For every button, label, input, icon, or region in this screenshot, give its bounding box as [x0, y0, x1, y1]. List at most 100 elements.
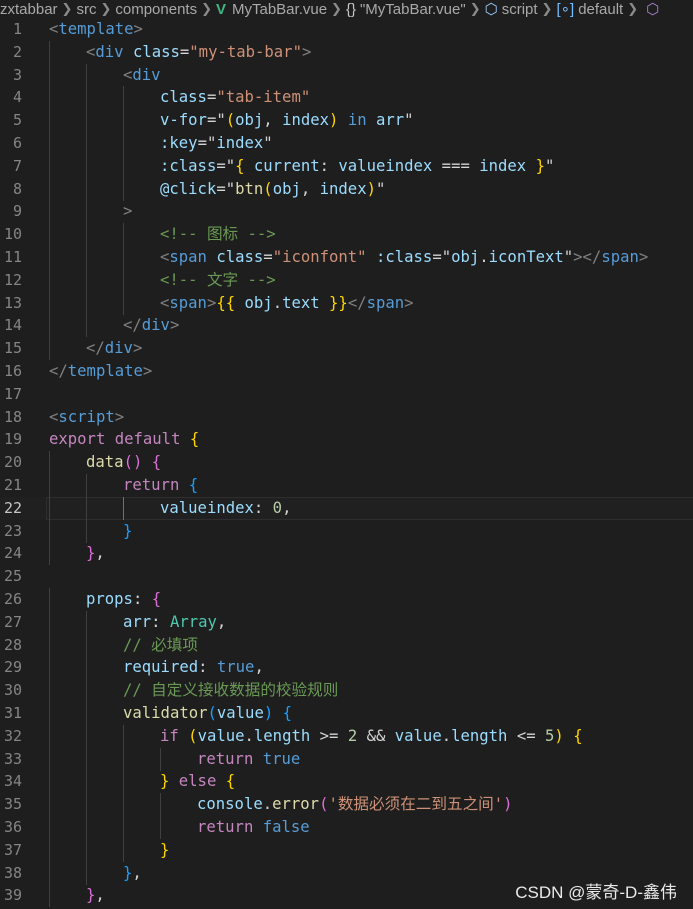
- code-text[interactable]: </div>: [123, 314, 179, 337]
- code-line[interactable]: 6 :key="index": [0, 132, 693, 155]
- code-line[interactable]: 9 >: [0, 200, 693, 224]
- code-text[interactable]: <span>{{ obj.text }}</span>: [160, 292, 414, 315]
- breadcrumb-item-src[interactable]: src: [76, 1, 96, 18]
- code-text[interactable]: :class="{ current: valueindex === index …: [160, 155, 554, 178]
- code-line[interactable]: 2 <div class="my-tab-bar">: [0, 40, 693, 64]
- code-line[interactable]: 16 </template>: [0, 360, 693, 383]
- code-text[interactable]: <!-- 文字 -->: [160, 269, 276, 292]
- code-line[interactable]: 10 <!-- 图标 -->: [0, 223, 693, 247]
- code-line[interactable]: 35 console.error('数据必须在二到五之间'): [0, 793, 693, 817]
- line-number[interactable]: 22: [0, 497, 22, 520]
- line-number[interactable]: 15: [0, 337, 22, 360]
- line-number[interactable]: 8: [0, 178, 22, 201]
- line-number[interactable]: 34: [0, 770, 22, 793]
- code-text[interactable]: }: [123, 520, 132, 543]
- code-editor[interactable]: 1 <template> 2 <div class="my-tab-bar"> 3 <di…: [0, 18, 693, 909]
- code-line[interactable]: 21 return {: [0, 474, 693, 497]
- line-number[interactable]: 14: [0, 314, 22, 337]
- line-number[interactable]: 30: [0, 679, 22, 702]
- code-line[interactable]: 11 <span class="iconfont" :class="obj.ico…: [0, 246, 693, 269]
- code-text[interactable]: :key="index": [160, 132, 273, 155]
- line-number[interactable]: 7: [0, 155, 22, 178]
- code-line[interactable]: 25: [0, 565, 693, 588]
- code-text[interactable]: <span class="iconfont" :class="obj.iconT…: [160, 246, 648, 269]
- code-line[interactable]: 8 @click="btn(obj, index)": [0, 177, 693, 201]
- code-line[interactable]: 13 <span>{{ obj.text }}</span>: [0, 291, 693, 315]
- code-text[interactable]: required: true,: [123, 656, 264, 679]
- line-number[interactable]: 18: [0, 406, 22, 429]
- line-number[interactable]: 37: [0, 839, 22, 862]
- breadcrumb-item-module[interactable]: "MyTabBar.vue": [360, 1, 466, 18]
- line-number[interactable]: 39: [0, 884, 22, 907]
- code-line[interactable]: 1 <template>: [0, 18, 693, 41]
- code-text[interactable]: validator(value) {: [123, 702, 292, 725]
- line-number[interactable]: 26: [0, 588, 22, 611]
- code-text[interactable]: },: [86, 542, 105, 565]
- line-number[interactable]: 25: [0, 565, 22, 588]
- code-text[interactable]: },: [123, 862, 142, 885]
- code-line[interactable]: 33 return true: [0, 747, 693, 771]
- line-number[interactable]: 20: [0, 451, 22, 474]
- code-line[interactable]: 18 <script>: [0, 406, 693, 429]
- breadcrumb-item-script[interactable]: script: [502, 1, 538, 18]
- code-line[interactable]: 23}: [0, 519, 693, 543]
- line-number[interactable]: 5: [0, 109, 22, 132]
- code-line[interactable]: 17: [0, 383, 693, 406]
- line-number[interactable]: 9: [0, 200, 22, 223]
- line-number[interactable]: 32: [0, 725, 22, 748]
- code-line[interactable]: 19 export default {: [0, 428, 693, 451]
- code-line[interactable]: 31 validator(value) {: [0, 702, 693, 725]
- line-number[interactable]: 28: [0, 634, 22, 657]
- line-number[interactable]: 17: [0, 383, 22, 406]
- code-line[interactable]: 12 <!-- 文字 -->: [0, 268, 693, 292]
- code-text[interactable]: if (value.length >= 2 && value.length <=…: [160, 725, 583, 748]
- code-text[interactable]: console.error('数据必须在二到五之间'): [197, 793, 513, 816]
- breadcrumb-item-file[interactable]: MyTabBar.vue: [232, 1, 327, 18]
- code-text[interactable]: @click="btn(obj, index)": [160, 178, 385, 201]
- code-line[interactable]: 30 // 自定义接收数据的校验规则: [0, 679, 693, 703]
- line-number[interactable]: 21: [0, 474, 22, 497]
- line-number[interactable]: 12: [0, 269, 22, 292]
- breadcrumb-item-folder[interactable]: zxtabbar: [0, 1, 58, 18]
- code-text[interactable]: <div: [123, 64, 161, 87]
- code-line[interactable]: 22 valueindex: 0,: [0, 496, 693, 520]
- breadcrumb-item-default[interactable]: default: [578, 1, 623, 18]
- line-number[interactable]: 19: [0, 428, 22, 451]
- code-line[interactable]: 3 <div: [0, 63, 693, 87]
- code-text[interactable]: data() {: [86, 451, 161, 474]
- code-line[interactable]: 27 arr: Array,: [0, 610, 693, 634]
- line-number[interactable]: 29: [0, 656, 22, 679]
- line-number[interactable]: 2: [0, 41, 22, 64]
- line-number[interactable]: 1: [0, 18, 22, 41]
- line-number[interactable]: 36: [0, 816, 22, 839]
- code-text[interactable]: </template>: [49, 360, 152, 383]
- code-line[interactable]: 32 if (value.length >= 2 && value.length …: [0, 724, 693, 748]
- line-number[interactable]: 31: [0, 702, 22, 725]
- line-number[interactable]: 24: [0, 542, 22, 565]
- code-text[interactable]: </div>: [86, 337, 142, 360]
- code-text[interactable]: <script>: [49, 406, 124, 429]
- code-text[interactable]: >: [123, 200, 132, 223]
- code-line[interactable]: 20 data() {: [0, 451, 693, 475]
- code-line[interactable]: 28 // 必填项: [0, 633, 693, 657]
- code-text[interactable]: <template>: [49, 18, 143, 41]
- code-line[interactable]: 34 } else {: [0, 770, 693, 794]
- code-text[interactable]: // 必填项: [123, 634, 198, 657]
- code-text[interactable]: } else {: [160, 770, 235, 793]
- code-text[interactable]: // 自定义接收数据的校验规则: [123, 679, 338, 702]
- code-text[interactable]: valueindex: 0,: [160, 497, 291, 520]
- code-text[interactable]: class="tab-item": [160, 86, 310, 109]
- line-number[interactable]: 13: [0, 292, 22, 315]
- line-number[interactable]: 35: [0, 793, 22, 816]
- line-number[interactable]: 10: [0, 223, 22, 246]
- code-line[interactable]: 4 class="tab-item": [0, 86, 693, 110]
- breadcrumb-item-components[interactable]: components: [115, 1, 197, 18]
- code-text[interactable]: props: {: [86, 588, 161, 611]
- code-text[interactable]: }: [160, 839, 169, 862]
- code-line[interactable]: 7 :class="{ current: valueindex === index…: [0, 154, 693, 178]
- line-number[interactable]: 6: [0, 132, 22, 155]
- code-text[interactable]: return true: [197, 748, 300, 771]
- code-line[interactable]: 37}: [0, 838, 693, 862]
- code-text[interactable]: },: [86, 884, 105, 907]
- line-number[interactable]: 38: [0, 862, 22, 885]
